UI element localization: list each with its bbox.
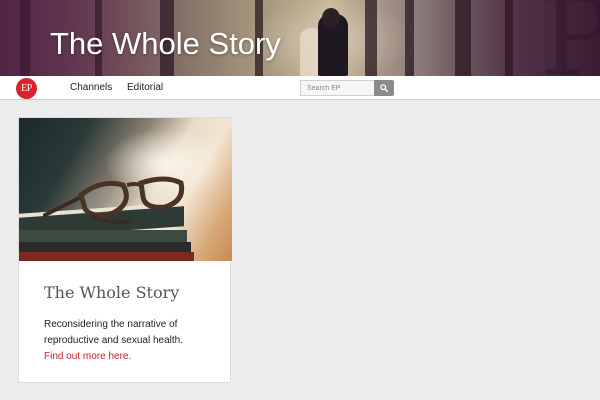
story-card[interactable]: The Whole Story Reconsidering the narrat… [18, 117, 232, 383]
banner-watermark-logo: P [540, 0, 600, 76]
eyeglasses-icon [43, 176, 185, 224]
nav-item-channels[interactable]: Channels [70, 82, 112, 94]
nav-item-editorial[interactable]: Editorial [127, 82, 163, 94]
top-navigation-bar: EP Channels Editorial [0, 76, 600, 100]
book [19, 252, 194, 261]
card-image[interactable] [19, 118, 232, 261]
book [19, 242, 191, 252]
site-logo[interactable]: EP [16, 78, 37, 99]
card-title[interactable]: The Whole Story [44, 283, 179, 303]
find-out-more-link[interactable]: Find out more here. [44, 349, 131, 365]
header-banner: P The Whole Story [0, 0, 600, 76]
search-input[interactable] [300, 80, 375, 96]
card-description: Reconsidering the narrative of reproduct… [44, 319, 183, 346]
banner-title: The Whole Story [50, 26, 281, 61]
logo-text: EP [21, 83, 32, 94]
search-icon [380, 84, 388, 92]
search-button[interactable] [374, 80, 394, 96]
